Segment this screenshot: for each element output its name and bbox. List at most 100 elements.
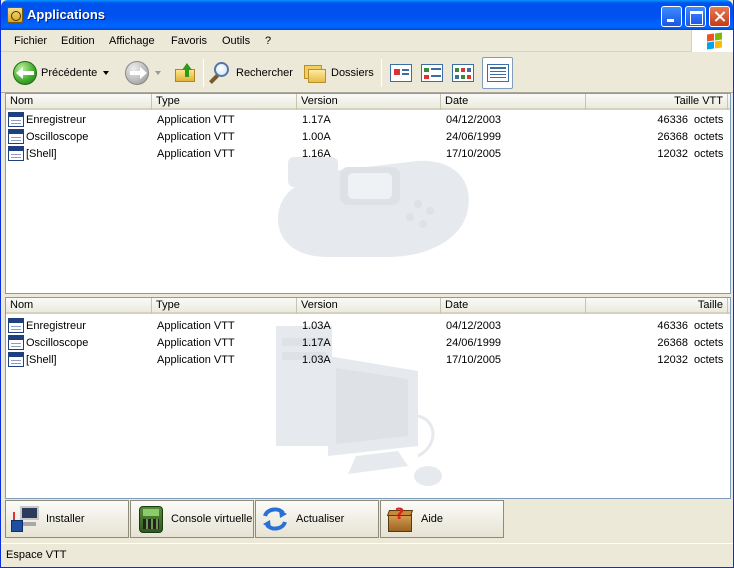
close-button[interactable]	[709, 6, 730, 27]
top-file-list[interactable]: Nom Type Version Date Taille VTT Enregis…	[5, 93, 731, 294]
view-tiles-button[interactable]	[418, 57, 446, 89]
folders-icon	[303, 62, 327, 84]
menu-affichage[interactable]: Affichage	[109, 35, 155, 47]
table-row[interactable]: [Shell] Application VTT 1.03A 17/10/2005…	[6, 352, 730, 369]
cell-size: 26368	[657, 337, 688, 349]
refresh-label: Actualiser	[296, 513, 345, 525]
cell-type: Application VTT	[157, 337, 235, 349]
cell-date: 24/06/1999	[446, 131, 502, 143]
status-text: Espace VTT	[6, 549, 67, 561]
folders-label: Dossiers	[331, 67, 374, 79]
cell-version: 1.03A	[302, 320, 331, 332]
table-row[interactable]: Enregistreur Application VTT 1.03A 04/12…	[6, 318, 730, 335]
table-row[interactable]: Oscilloscope Application VTT 1.17A 24/06…	[6, 335, 730, 352]
up-folder-button[interactable]	[174, 57, 196, 89]
application-icon	[8, 318, 24, 333]
title-bar[interactable]: Applications	[1, 0, 733, 30]
application-icon	[8, 112, 24, 127]
cell-size: 26368	[657, 131, 688, 143]
back-button[interactable]: Précédente	[13, 57, 110, 89]
cell-name: [Shell]	[26, 354, 57, 366]
minimize-button[interactable]	[661, 6, 682, 27]
table-row[interactable]: Oscilloscope Application VTT 1.00A 24/06…	[6, 129, 730, 146]
application-icon	[8, 352, 24, 367]
tiles-view-icon	[421, 64, 443, 82]
column-header-version[interactable]: Version	[297, 94, 441, 110]
window-title: Applications	[27, 7, 106, 22]
cell-unit: octets	[694, 354, 724, 366]
refresh-icon	[260, 504, 290, 534]
cell-date: 17/10/2005	[446, 148, 502, 160]
column-header-date[interactable]: Date	[441, 298, 586, 314]
cell-size: 12032	[657, 148, 688, 160]
view-thumbnails-button[interactable]	[387, 57, 415, 89]
install-button[interactable]: Installer	[5, 500, 129, 538]
cell-date: 24/06/1999	[446, 337, 502, 349]
column-header-nom[interactable]: Nom	[6, 94, 152, 110]
column-header-type[interactable]: Type	[152, 94, 297, 110]
cell-date: 04/12/2003	[446, 320, 502, 332]
cell-version: 1.03A	[302, 354, 331, 366]
column-header-date[interactable]: Date	[441, 94, 586, 110]
cell-size: 12032	[657, 354, 688, 366]
cell-version: 1.00A	[302, 131, 331, 143]
cell-version: 1.17A	[302, 337, 331, 349]
table-row[interactable]: Enregistreur Application VTT 1.17A 04/12…	[6, 112, 730, 129]
install-label: Installer	[46, 513, 85, 525]
menu-outils[interactable]: Outils	[222, 35, 250, 47]
top-column-headers: Nom Type Version Date Taille VTT	[6, 94, 730, 110]
cell-unit: octets	[694, 131, 724, 143]
forward-button[interactable]	[125, 57, 161, 89]
bottom-column-headers: Nom Type Version Date Taille	[6, 298, 730, 314]
menu-help[interactable]: ?	[265, 35, 271, 47]
virtual-console-button[interactable]: Console virtuelle	[130, 500, 254, 538]
folders-button[interactable]: Dossiers	[303, 57, 374, 89]
refresh-button[interactable]: Actualiser	[255, 500, 379, 538]
bottom-file-list[interactable]: Nom Type Version Date Taille Enregistreu…	[5, 297, 731, 499]
column-header-taille[interactable]: Taille	[586, 298, 728, 314]
app-icon	[7, 7, 23, 23]
search-button[interactable]: Rechercher	[208, 57, 293, 89]
cell-version: 1.16A	[302, 148, 331, 160]
toolbar: Précédente Rechercher Dossiers	[1, 53, 733, 93]
menu-edition[interactable]: Edition	[61, 35, 95, 47]
view-icons-button[interactable]	[449, 57, 477, 89]
maximize-button[interactable]	[685, 6, 706, 27]
toolbar-separator	[381, 59, 382, 87]
view-details-button[interactable]	[482, 57, 513, 89]
column-header-taille[interactable]: Taille VTT	[586, 94, 728, 110]
column-header-type[interactable]: Type	[152, 298, 297, 314]
menu-bar: Fichier Edition Affichage Favoris Outils…	[1, 30, 733, 52]
application-icon	[8, 146, 24, 161]
cell-unit: octets	[694, 320, 724, 332]
cell-type: Application VTT	[157, 131, 235, 143]
menu-fichier[interactable]: Fichier	[14, 35, 47, 47]
application-icon	[8, 335, 24, 350]
table-row[interactable]: [Shell] Application VTT 1.16A 17/10/2005…	[6, 146, 730, 163]
cell-name: [Shell]	[26, 148, 57, 160]
column-header-version[interactable]: Version	[297, 298, 441, 314]
virtual-console-icon	[135, 504, 165, 534]
cell-date: 04/12/2003	[446, 114, 502, 126]
cell-unit: octets	[694, 114, 724, 126]
virtual-console-label: Console virtuelle	[171, 513, 253, 525]
menu-favoris[interactable]: Favoris	[171, 35, 207, 47]
folder-up-icon	[174, 63, 196, 83]
back-label: Précédente	[41, 67, 98, 79]
cell-date: 17/10/2005	[446, 354, 502, 366]
column-header-nom[interactable]: Nom	[6, 298, 152, 314]
install-icon	[10, 504, 40, 534]
thumbnails-view-icon	[390, 64, 412, 82]
applications-window: Applications Fichier Edition Affichage F…	[0, 0, 734, 568]
cell-name: Oscilloscope	[26, 337, 89, 349]
cell-type: Application VTT	[157, 354, 235, 366]
cell-size: 46336	[657, 320, 688, 332]
help-button[interactable]: ? Aide	[380, 500, 504, 538]
cell-name: Oscilloscope	[26, 131, 89, 143]
icons-view-icon	[452, 64, 474, 82]
forward-dropdown-icon[interactable]	[155, 71, 161, 75]
back-dropdown-icon[interactable]	[103, 71, 110, 75]
application-icon	[8, 129, 24, 144]
help-label: Aide	[421, 513, 444, 525]
search-icon	[208, 61, 232, 85]
